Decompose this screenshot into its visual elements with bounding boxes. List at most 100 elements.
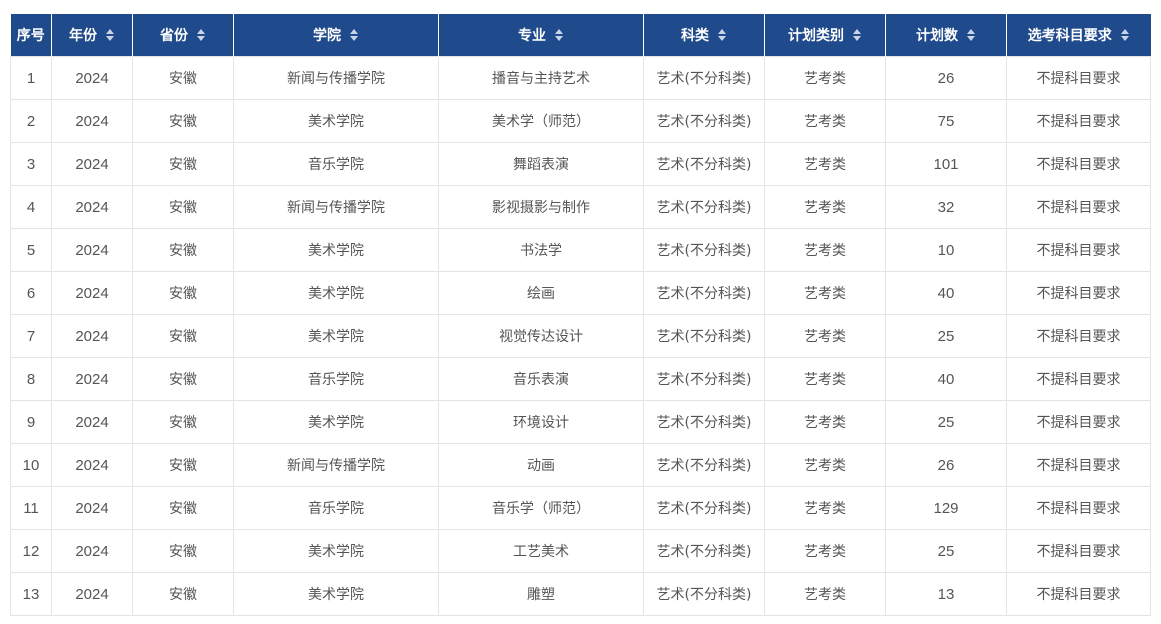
column-header-label: 年份 (69, 28, 97, 44)
cell-index: 11 (10, 486, 52, 530)
header-row: 序号 年份 省份 学院 专业 科类 计划类别 计划数 选考科目要求 (10, 14, 1151, 57)
cell-index: 6 (10, 271, 52, 315)
sort-icon[interactable] (349, 28, 359, 42)
cell-province: 安徽 (132, 486, 234, 530)
cell-plan-type: 艺考类 (764, 99, 886, 143)
cell-subject-requirement: 不提科目要求 (1006, 314, 1151, 358)
cell-index: 12 (10, 529, 52, 573)
cell-subject-requirement: 不提科目要求 (1006, 142, 1151, 186)
cell-subject-requirement: 不提科目要求 (1006, 99, 1151, 143)
column-header-college[interactable]: 学院 (233, 14, 439, 57)
cell-plan-type: 艺考类 (764, 228, 886, 272)
table-row: 13 2024 安徽 美术学院 雕塑 艺术(不分科类) 艺考类 13 不提科目要求 (10, 572, 1151, 616)
column-header-label: 计划类别 (788, 28, 844, 44)
sort-icon[interactable] (105, 28, 115, 42)
sort-icon[interactable] (554, 28, 564, 42)
table-row: 5 2024 安徽 美术学院 书法学 艺术(不分科类) 艺考类 10 不提科目要求 (10, 228, 1151, 272)
cell-subject-requirement: 不提科目要求 (1006, 185, 1151, 229)
cell-year: 2024 (51, 185, 133, 229)
cell-year: 2024 (51, 529, 133, 573)
admission-plan-table: 序号 年份 省份 学院 专业 科类 计划类别 计划数 选考科目要求 1 2024… (10, 14, 1151, 616)
cell-major: 工艺美术 (438, 529, 644, 573)
column-header-plan-type[interactable]: 计划类别 (764, 14, 886, 57)
cell-category: 艺术(不分科类) (643, 56, 765, 100)
cell-index: 1 (10, 56, 52, 100)
sort-icon[interactable] (966, 28, 976, 42)
table-row: 7 2024 安徽 美术学院 视觉传达设计 艺术(不分科类) 艺考类 25 不提科目要求 (10, 314, 1151, 358)
column-header-province[interactable]: 省份 (132, 14, 234, 57)
cell-subject-requirement: 不提科目要求 (1006, 400, 1151, 444)
table-header: 序号 年份 省份 学院 专业 科类 计划类别 计划数 选考科目要求 (10, 14, 1151, 57)
cell-plan-count: 25 (885, 529, 1007, 573)
cell-year: 2024 (51, 572, 133, 616)
cell-major: 音乐学（师范） (438, 486, 644, 530)
cell-subject-requirement: 不提科目要求 (1006, 228, 1151, 272)
cell-plan-type: 艺考类 (764, 529, 886, 573)
cell-college: 音乐学院 (233, 142, 439, 186)
cell-category: 艺术(不分科类) (643, 185, 765, 229)
cell-plan-count: 25 (885, 400, 1007, 444)
cell-plan-type: 艺考类 (764, 314, 886, 358)
cell-college: 新闻与传播学院 (233, 443, 439, 487)
cell-college: 美术学院 (233, 228, 439, 272)
cell-index: 3 (10, 142, 52, 186)
cell-plan-type: 艺考类 (764, 486, 886, 530)
cell-category: 艺术(不分科类) (643, 443, 765, 487)
cell-subject-requirement: 不提科目要求 (1006, 486, 1151, 530)
cell-plan-count: 10 (885, 228, 1007, 272)
column-header-index: 序号 (10, 14, 52, 57)
cell-index: 7 (10, 314, 52, 358)
cell-category: 艺术(不分科类) (643, 99, 765, 143)
cell-category: 艺术(不分科类) (643, 271, 765, 315)
cell-major: 美术学（师范） (438, 99, 644, 143)
table-row: 10 2024 安徽 新闻与传播学院 动画 艺术(不分科类) 艺考类 26 不提科目要求 (10, 443, 1151, 487)
cell-major: 书法学 (438, 228, 644, 272)
cell-plan-count: 129 (885, 486, 1007, 530)
cell-province: 安徽 (132, 271, 234, 315)
cell-major: 视觉传达设计 (438, 314, 644, 358)
column-header-label: 省份 (160, 28, 188, 44)
table-row: 6 2024 安徽 美术学院 绘画 艺术(不分科类) 艺考类 40 不提科目要求 (10, 271, 1151, 315)
table-body: 1 2024 安徽 新闻与传播学院 播音与主持艺术 艺术(不分科类) 艺考类 26 不提科目要求… (10, 56, 1151, 616)
sort-icon[interactable] (717, 28, 727, 42)
cell-year: 2024 (51, 400, 133, 444)
table-row: 11 2024 安徽 音乐学院 音乐学（师范） 艺术(不分科类) 艺考类 129 不提科目要求 (10, 486, 1151, 530)
cell-college: 美术学院 (233, 400, 439, 444)
cell-year: 2024 (51, 314, 133, 358)
cell-plan-count: 40 (885, 357, 1007, 401)
column-header-label: 专业 (518, 28, 546, 44)
column-header-major[interactable]: 专业 (438, 14, 644, 57)
table-row: 12 2024 安徽 美术学院 工艺美术 艺术(不分科类) 艺考类 25 不提科目要求 (10, 529, 1151, 573)
cell-province: 安徽 (132, 529, 234, 573)
cell-category: 艺术(不分科类) (643, 228, 765, 272)
cell-year: 2024 (51, 357, 133, 401)
table-row: 3 2024 安徽 音乐学院 舞蹈表演 艺术(不分科类) 艺考类 101 不提科目要求 (10, 142, 1151, 186)
cell-subject-requirement: 不提科目要求 (1006, 529, 1151, 573)
cell-college: 美术学院 (233, 271, 439, 315)
cell-year: 2024 (51, 99, 133, 143)
cell-index: 2 (10, 99, 52, 143)
cell-plan-type: 艺考类 (764, 185, 886, 229)
cell-college: 音乐学院 (233, 486, 439, 530)
column-header-plan-count[interactable]: 计划数 (885, 14, 1007, 57)
cell-college: 美术学院 (233, 572, 439, 616)
column-header-year[interactable]: 年份 (51, 14, 133, 57)
sort-icon[interactable] (1120, 28, 1130, 42)
column-header-category[interactable]: 科类 (643, 14, 765, 57)
cell-category: 艺术(不分科类) (643, 142, 765, 186)
cell-plan-count: 101 (885, 142, 1007, 186)
cell-plan-type: 艺考类 (764, 400, 886, 444)
cell-province: 安徽 (132, 443, 234, 487)
cell-college: 音乐学院 (233, 357, 439, 401)
cell-major: 音乐表演 (438, 357, 644, 401)
sort-icon[interactable] (852, 28, 862, 42)
cell-plan-count: 75 (885, 99, 1007, 143)
sort-icon[interactable] (196, 28, 206, 42)
cell-plan-type: 艺考类 (764, 271, 886, 315)
column-header-subject-requirement[interactable]: 选考科目要求 (1006, 14, 1151, 57)
cell-index: 10 (10, 443, 52, 487)
cell-subject-requirement: 不提科目要求 (1006, 357, 1151, 401)
cell-plan-type: 艺考类 (764, 357, 886, 401)
cell-subject-requirement: 不提科目要求 (1006, 572, 1151, 616)
cell-plan-count: 26 (885, 56, 1007, 100)
